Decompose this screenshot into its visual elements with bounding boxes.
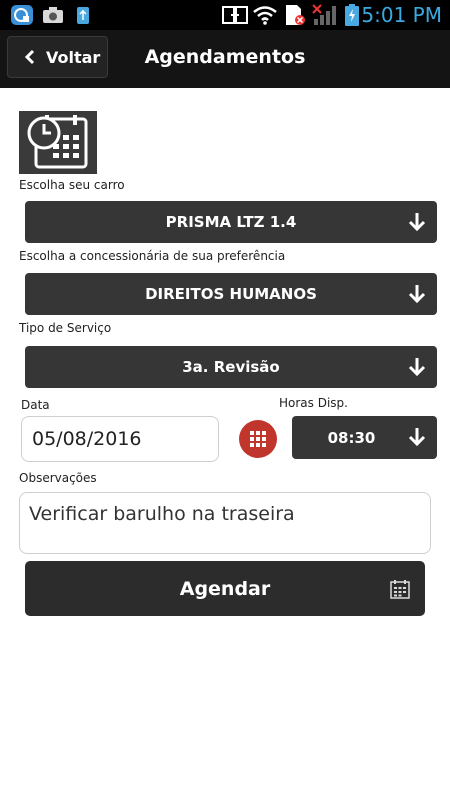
schedule-button-label: Agendar (179, 577, 271, 600)
screen-mirror-icon (222, 6, 248, 24)
grid-icon (250, 431, 266, 447)
service-select-value: 3a. Revisão (182, 358, 280, 376)
clock: 5:01 PM (361, 3, 442, 27)
hours-select[interactable]: 08:30 (292, 416, 437, 459)
dealer-select-value: DIREITOS HUMANOS (145, 285, 317, 303)
camera-icon (43, 7, 63, 23)
service-select[interactable]: 3a. Revisão (25, 346, 437, 388)
hours-label: Horas Disp. (279, 396, 348, 410)
schedule-button[interactable]: Agendar (25, 561, 425, 616)
usb-icon (77, 7, 89, 24)
service-label: Tipo de Serviço (19, 321, 112, 335)
sim-alert-icon (286, 5, 305, 25)
schedule-calendar-icon (19, 111, 97, 174)
page-title: Agendamentos (144, 46, 306, 68)
app-notification-icon (11, 5, 33, 25)
signal-icon (312, 4, 336, 25)
notes-textarea-value: Verificar barulho na traseira (29, 503, 295, 525)
wifi-icon (253, 6, 277, 25)
car-label: Escolha seu carro (19, 178, 125, 192)
dealer-select[interactable]: DIREITOS HUMANOS (25, 273, 437, 315)
car-select[interactable]: PRISMA LTZ 1.4 (25, 201, 437, 243)
arrow-down-icon (408, 285, 426, 304)
dealer-label: Escolha a concessionária de sua preferên… (19, 249, 286, 263)
notes-label: Observações (19, 471, 97, 485)
arrow-down-icon (408, 213, 426, 232)
date-input[interactable]: 05/08/2016 (21, 416, 219, 462)
arrow-down-icon (408, 358, 426, 377)
notes-textarea[interactable]: Verificar barulho na traseira (19, 492, 431, 554)
arrow-down-icon (408, 428, 426, 447)
date-label: Data (21, 398, 50, 412)
status-bar: 5:01 PM (0, 0, 450, 30)
hours-select-value: 08:30 (327, 428, 376, 447)
battery-charging-icon (345, 4, 359, 26)
date-input-value: 05/08/2016 (32, 428, 142, 450)
app-header: Voltar Agendamentos (0, 30, 450, 88)
date-picker-button[interactable] (239, 420, 277, 458)
calendar-icon (390, 580, 410, 599)
car-select-value: PRISMA LTZ 1.4 (165, 213, 297, 231)
